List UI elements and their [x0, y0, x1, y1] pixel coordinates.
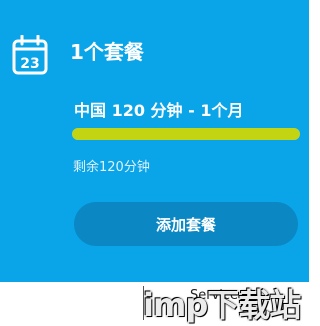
remaining-minutes: 剩余120分钟	[73, 160, 150, 175]
usage-progress-bar	[72, 128, 300, 140]
subscription-panel: 23 1个套餐 中国 120 分钟 - 1个月 剩余120分钟 添加套餐	[0, 0, 309, 282]
calendar-icon: 23	[12, 35, 48, 75]
calendar-day: 23	[20, 56, 39, 72]
plan-count: 1个套餐	[70, 40, 144, 64]
watermark: imp下载站	[143, 286, 301, 324]
plan-title: 中国 120 分钟 - 1个月	[74, 101, 244, 120]
add-plan-button[interactable]: 添加套餐	[74, 202, 298, 246]
usage-progress-fill	[72, 128, 300, 140]
